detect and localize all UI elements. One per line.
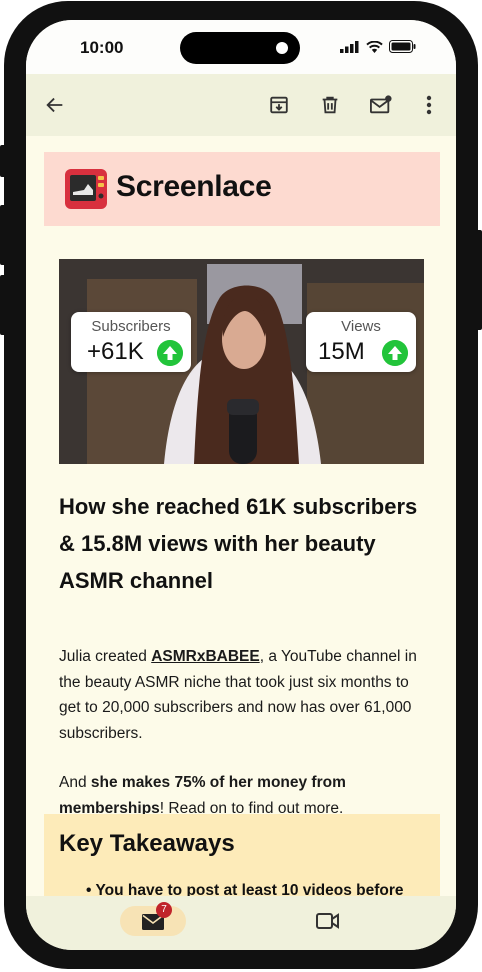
brand-name: Screenlace <box>116 170 272 203</box>
signal-icon <box>340 41 359 53</box>
intro-paragraph: Julia created ASMRxBABEE, a YouTube chan… <box>59 644 429 746</box>
camera-icon <box>276 42 288 54</box>
memberships-text-before: And <box>59 774 91 791</box>
more-vertical-icon[interactable] <box>414 90 444 120</box>
subscribers-card: Subscribers +61K <box>71 312 191 372</box>
dynamic-island <box>180 32 300 64</box>
arrow-up-icon <box>382 340 408 366</box>
video-camera-icon[interactable] <box>316 912 340 930</box>
side-button <box>476 230 482 330</box>
key-takeaways-title: Key Takeaways <box>59 830 235 857</box>
screen: 10:00 Screenlace Subscribers +61K Views … <box>26 20 456 950</box>
takeaway-bullet: • You have to post at least 10 videos be… <box>86 882 440 896</box>
mark-unread-icon[interactable] <box>366 90 396 120</box>
views-card: Views 15M <box>306 312 416 372</box>
takeaway-bullet-text: You have to post at least 10 videos befo… <box>95 882 404 896</box>
unread-count-badge: 7 <box>156 902 172 918</box>
side-button <box>0 145 6 177</box>
email-toolbar <box>26 74 456 136</box>
bottom-navigation: 7 <box>26 896 456 950</box>
email-headline: How she reached 61K subscribers & 15.8M … <box>59 494 418 593</box>
trash-icon[interactable] <box>315 90 345 120</box>
tv-logo-icon <box>65 169 107 209</box>
hero-image[interactable]: Subscribers +61K Views 15M <box>59 259 424 464</box>
status-bar: 10:00 <box>26 20 456 74</box>
email-body: Screenlace Subscribers +61K Views 15M Ho… <box>44 152 440 896</box>
nav-mail-tab[interactable]: 7 <box>120 902 186 936</box>
status-icons <box>340 40 416 53</box>
subscribers-label: Subscribers <box>91 318 171 335</box>
side-button <box>0 275 6 335</box>
channel-link[interactable]: ASMRxBABEE <box>151 648 260 665</box>
views-label: Views <box>341 318 381 335</box>
key-takeaways-section: Key Takeaways • You have to post at leas… <box>44 814 440 896</box>
side-button <box>0 205 6 265</box>
arrow-left-icon[interactable] <box>40 90 70 120</box>
archive-icon[interactable] <box>264 90 294 120</box>
subscribers-value: +61K <box>87 338 144 365</box>
views-value: 15M <box>318 338 365 365</box>
brand-header: Screenlace <box>44 152 440 226</box>
arrow-up-icon <box>157 340 183 366</box>
battery-icon <box>389 40 416 53</box>
status-time: 10:00 <box>80 38 124 57</box>
wifi-icon <box>366 41 383 53</box>
intro-text-before: Julia created <box>59 648 152 665</box>
